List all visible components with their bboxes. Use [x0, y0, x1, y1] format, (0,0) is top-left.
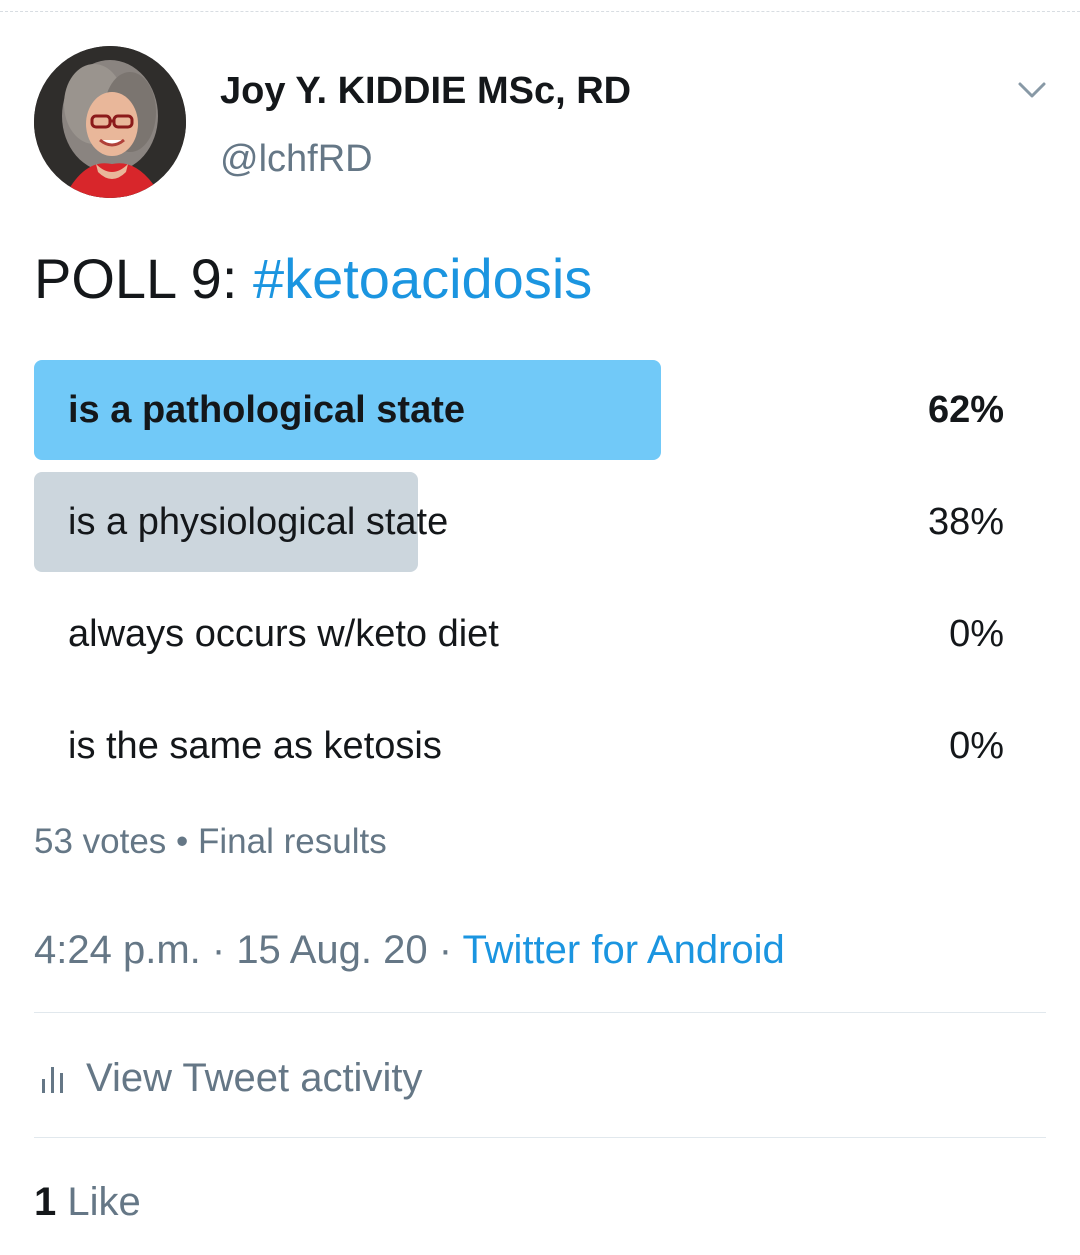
poll-option-percent: 0% — [949, 725, 1004, 767]
poll-option-percent: 0% — [949, 613, 1004, 655]
hashtag-link[interactable]: #ketoacidosis — [253, 247, 592, 310]
poll-option-percent: 62% — [927, 389, 1004, 431]
poll-summary: 53 votes • Final results — [34, 822, 387, 862]
likes-link[interactable]: 1 Like — [34, 1180, 141, 1225]
tweet-text: POLL 9: #ketoacidosis — [34, 246, 592, 311]
poll-option[interactable]: always occurs w/keto diet 0% — [34, 584, 1034, 684]
profile-photo-icon — [34, 46, 186, 198]
view-tweet-activity-button[interactable]: View Tweet activity — [40, 1052, 422, 1104]
timestamp-separator: · — [200, 928, 237, 972]
tweet-time[interactable]: 4:24 p.m. — [34, 928, 201, 972]
top-divider — [0, 0, 1080, 12]
likes-count: 1 — [34, 1180, 57, 1224]
poll-option[interactable]: is the same as ketosis 0% — [34, 696, 1034, 796]
view-tweet-activity-label: View Tweet activity — [86, 1055, 423, 1100]
poll-option-label: is a pathological state — [68, 389, 465, 431]
chevron-down-icon — [1018, 82, 1046, 98]
poll-option[interactable]: is a pathological state 62% — [34, 360, 1034, 460]
tweet-timestamp-line: 4:24 p.m. · 15 Aug. 20 · Twitter for And… — [34, 928, 785, 973]
tweet-source-link[interactable]: Twitter for Android — [462, 928, 784, 972]
divider — [34, 1012, 1046, 1013]
poll-meta-separator: • — [166, 822, 199, 861]
poll-vote-count: 53 votes — [34, 822, 167, 861]
bar-chart-icon — [42, 1067, 63, 1093]
poll-status: Final results — [198, 822, 387, 861]
poll-option[interactable]: is a physiological state 38% — [34, 472, 1034, 572]
tweet-menu-button[interactable] — [1012, 70, 1052, 110]
divider — [34, 1137, 1046, 1138]
tweet-text-prefix: POLL 9: — [34, 247, 253, 310]
poll-option-label: always occurs w/keto diet — [68, 613, 499, 655]
author-display-name[interactable]: Joy Y. KIDDIE MSc, RD — [220, 70, 631, 113]
author-handle[interactable]: @lchfRD — [220, 138, 373, 181]
timestamp-separator: · — [427, 928, 463, 972]
tweet-date[interactable]: 15 Aug. 20 — [236, 928, 427, 972]
likes-label: Like — [67, 1180, 141, 1224]
poll-option-label: is a physiological state — [68, 501, 449, 543]
avatar[interactable] — [34, 46, 186, 198]
poll-option-label: is the same as ketosis — [68, 725, 442, 767]
poll-option-percent: 38% — [927, 501, 1004, 543]
